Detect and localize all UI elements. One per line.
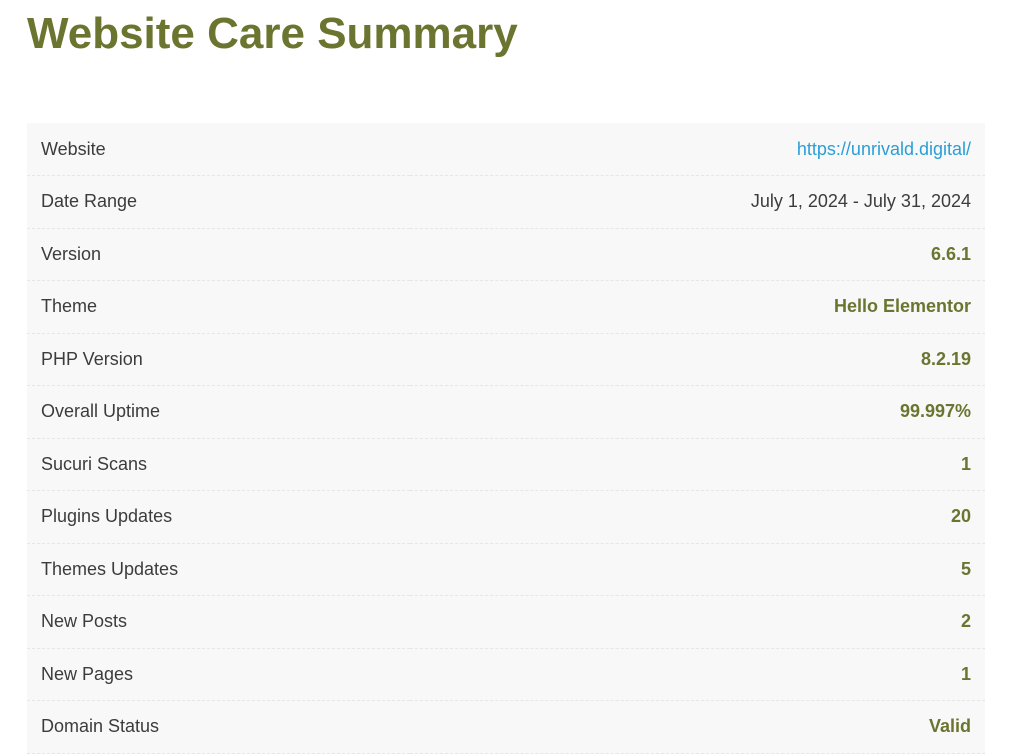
row-label: PHP Version <box>41 348 143 369</box>
row-value: 1 <box>960 453 971 474</box>
row-label: Date Range <box>41 191 138 212</box>
summary-row-new-pages: New Pages 1 <box>27 648 985 701</box>
row-label: Theme <box>41 296 98 317</box>
row-label: Overall Uptime <box>41 401 161 422</box>
summary-row-date-range: Date Range July 1, 2024 - July 31, 2024 <box>27 176 985 228</box>
summary-row-website: Website https://unrivald.digital/ <box>27 123 985 176</box>
row-label: New Pages <box>41 663 134 684</box>
row-label: Website <box>41 138 106 159</box>
summary-row-version: Version 6.6.1 <box>27 228 985 281</box>
row-value: Valid <box>928 716 971 737</box>
row-value: 8.2.19 <box>920 348 971 369</box>
summary-row-theme: Theme Hello Elementor <box>27 281 985 333</box>
row-label: New Posts <box>41 611 128 632</box>
summary-row-domain-status: Domain Status Valid <box>27 701 985 753</box>
row-label: Domain Status <box>41 716 160 737</box>
row-value: 1 <box>960 663 971 684</box>
row-value: 99.997% <box>899 401 971 422</box>
row-value: Hello Elementor <box>833 296 971 317</box>
row-value: 5 <box>960 558 971 579</box>
row-value: 20 <box>950 506 971 527</box>
row-value: 6.6.1 <box>930 243 971 264</box>
summary-row-new-posts: New Posts 2 <box>27 596 985 648</box>
row-label: Version <box>41 243 102 264</box>
row-label: Plugins Updates <box>41 506 173 527</box>
row-label: Themes Updates <box>41 558 179 579</box>
summary-row-themes-updates: Themes Updates 5 <box>27 543 985 596</box>
summary-table: Website https://unrivald.digital/ Date R… <box>27 123 985 754</box>
summary-row-plugins-updates: Plugins Updates 20 <box>27 491 985 543</box>
row-value: https://unrivald.digital/ <box>410 123 985 176</box>
summary-row-overall-uptime: Overall Uptime 99.997% <box>27 386 985 438</box>
summary-row-php-version: PHP Version 8.2.19 <box>27 333 985 386</box>
row-label: Sucuri Scans <box>41 453 148 474</box>
website-link[interactable]: https://unrivald.digital/ <box>797 139 971 159</box>
summary-row-sucuri-scans: Sucuri Scans 1 <box>27 438 985 491</box>
row-value: July 1, 2024 - July 31, 2024 <box>750 191 971 212</box>
page-title: Website Care Summary <box>27 9 518 58</box>
row-value: 2 <box>960 611 971 632</box>
